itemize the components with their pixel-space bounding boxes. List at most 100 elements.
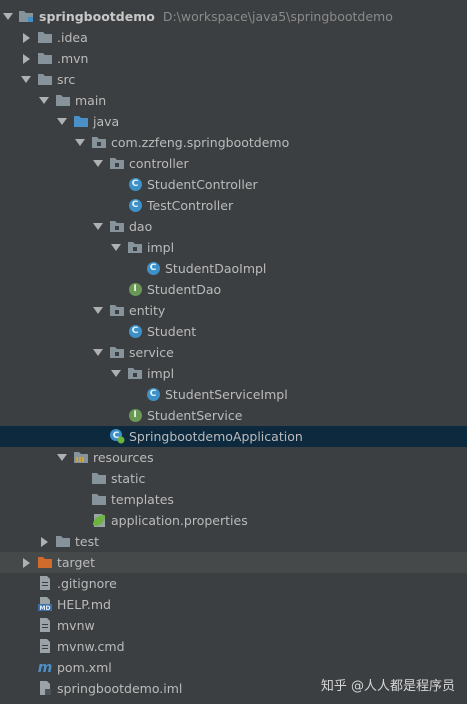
chevron-right-icon[interactable] xyxy=(20,48,32,69)
tree-row-student-service[interactable]: I StudentService xyxy=(0,405,467,426)
class-label: SpringbootdemoApplication xyxy=(129,429,303,444)
project-name: springbootdemo xyxy=(39,9,155,24)
tree-row-test-controller[interactable]: C TestController xyxy=(0,195,467,216)
watermark: 知乎 @人人都是程序员 xyxy=(320,679,455,694)
chevron-right-icon[interactable] xyxy=(20,552,32,573)
chevron-down-icon[interactable] xyxy=(92,216,104,237)
package-icon xyxy=(109,344,125,360)
chevron-down-icon[interactable] xyxy=(56,111,68,132)
folder-icon xyxy=(37,29,53,45)
tree-row-help-md[interactable]: MD HELP.md xyxy=(0,594,467,615)
chevron-down-icon[interactable] xyxy=(110,237,122,258)
tree-row-mvnw-cmd[interactable]: mvnw.cmd xyxy=(0,636,467,657)
package-icon xyxy=(109,155,125,171)
folder-icon xyxy=(55,92,71,108)
tree-row-controller[interactable]: controller xyxy=(0,153,467,174)
class-icon: C xyxy=(145,260,161,276)
package-label: impl xyxy=(147,240,175,255)
interface-icon: I xyxy=(127,281,143,297)
package-icon xyxy=(127,239,143,255)
folder-label: src xyxy=(57,72,76,87)
chevron-down-icon[interactable] xyxy=(56,447,68,468)
package-label: dao xyxy=(129,219,153,234)
chevron-down-icon[interactable] xyxy=(92,153,104,174)
chevron-down-icon[interactable] xyxy=(92,300,104,321)
module-file-icon xyxy=(37,680,53,696)
folder-label: templates xyxy=(111,492,174,507)
chevron-down-icon[interactable] xyxy=(38,90,50,111)
resources-folder-icon xyxy=(73,449,89,465)
file-label: application.properties xyxy=(111,513,248,528)
tree-row-idea[interactable]: .idea xyxy=(0,27,467,48)
tree-row-student[interactable]: C Student xyxy=(0,321,467,342)
tree-row-mvnw[interactable]: mvnw xyxy=(0,615,467,636)
tree-row-test[interactable]: test xyxy=(0,531,467,552)
tree-row-java[interactable]: java xyxy=(0,111,467,132)
chevron-right-icon[interactable] xyxy=(38,531,50,552)
file-label: pom.xml xyxy=(57,660,112,675)
module-folder-icon xyxy=(18,8,34,24)
spring-boot-class-icon: C xyxy=(109,428,125,444)
spring-properties-icon xyxy=(91,512,107,528)
class-label: Student xyxy=(147,324,197,339)
class-letter: C xyxy=(146,387,160,401)
folder-label: main xyxy=(75,93,107,108)
tree-row-gitignore[interactable]: .gitignore xyxy=(0,573,467,594)
chevron-down-icon[interactable] xyxy=(20,69,32,90)
excluded-folder-icon xyxy=(37,554,53,570)
file-label: HELP.md xyxy=(57,597,111,612)
chevron-down-icon[interactable] xyxy=(110,363,122,384)
interface-letter: I xyxy=(128,408,142,422)
tree-row-package[interactable]: com.zzfeng.springbootdemo xyxy=(0,132,467,153)
tree-row-resources[interactable]: resources xyxy=(0,447,467,468)
tree-row-target[interactable]: target xyxy=(0,552,467,573)
markdown-file-icon: MD xyxy=(37,596,53,612)
class-letter: C xyxy=(128,177,142,191)
package-icon xyxy=(109,218,125,234)
tree-row-student-controller[interactable]: C StudentController xyxy=(0,174,467,195)
file-label: springbootdemo.iml xyxy=(57,681,183,696)
project-tree: springbootdemo D:\workspace\java5\springb… xyxy=(0,6,467,699)
source-folder-icon xyxy=(73,113,89,129)
tree-row-dao-impl[interactable]: impl xyxy=(0,237,467,258)
tree-row-application-class[interactable]: C SpringbootdemoApplication xyxy=(0,426,467,447)
chevron-down-icon[interactable] xyxy=(92,342,104,363)
folder-icon xyxy=(55,533,71,549)
class-icon: C xyxy=(127,323,143,339)
chevron-down-icon[interactable] xyxy=(2,6,14,27)
package-label: entity xyxy=(129,303,166,318)
tree-row-mvn[interactable]: .mvn xyxy=(0,48,467,69)
tree-row-templates[interactable]: templates xyxy=(0,489,467,510)
file-label: mvnw xyxy=(57,618,95,633)
tree-row-service-impl[interactable]: impl xyxy=(0,363,467,384)
tree-row-static[interactable]: static xyxy=(0,468,467,489)
tree-row-student-service-impl[interactable]: C StudentServiceImpl xyxy=(0,384,467,405)
text-file-icon xyxy=(37,617,53,633)
folder-label: target xyxy=(57,555,96,570)
tree-row-entity[interactable]: entity xyxy=(0,300,467,321)
package-label: com.zzfeng.springbootdemo xyxy=(111,135,290,150)
folder-icon xyxy=(37,71,53,87)
tree-row-src[interactable]: src xyxy=(0,69,467,90)
package-label: controller xyxy=(129,156,189,171)
file-label: .gitignore xyxy=(57,576,117,591)
tree-row-main[interactable]: main xyxy=(0,90,467,111)
folder-label: static xyxy=(111,471,146,486)
class-icon: C xyxy=(145,386,161,402)
class-letter: C xyxy=(128,324,142,338)
chevron-down-icon[interactable] xyxy=(74,132,86,153)
tree-row-student-dao[interactable]: I StudentDao xyxy=(0,279,467,300)
package-icon xyxy=(91,134,107,150)
folder-label: resources xyxy=(93,450,154,465)
tree-row-application-properties[interactable]: application.properties xyxy=(0,510,467,531)
chevron-right-icon[interactable] xyxy=(20,27,32,48)
project-root-label: springbootdemo D:\workspace\java5\springb… xyxy=(39,6,393,27)
tree-row-dao[interactable]: dao xyxy=(0,216,467,237)
tree-row-root[interactable]: springbootdemo D:\workspace\java5\springb… xyxy=(0,6,467,27)
package-label: service xyxy=(129,345,174,360)
folder-icon xyxy=(91,491,107,507)
tree-row-student-dao-impl[interactable]: C StudentDaoImpl xyxy=(0,258,467,279)
interface-label: StudentDao xyxy=(147,282,222,297)
interface-icon: I xyxy=(127,407,143,423)
tree-row-service[interactable]: service xyxy=(0,342,467,363)
